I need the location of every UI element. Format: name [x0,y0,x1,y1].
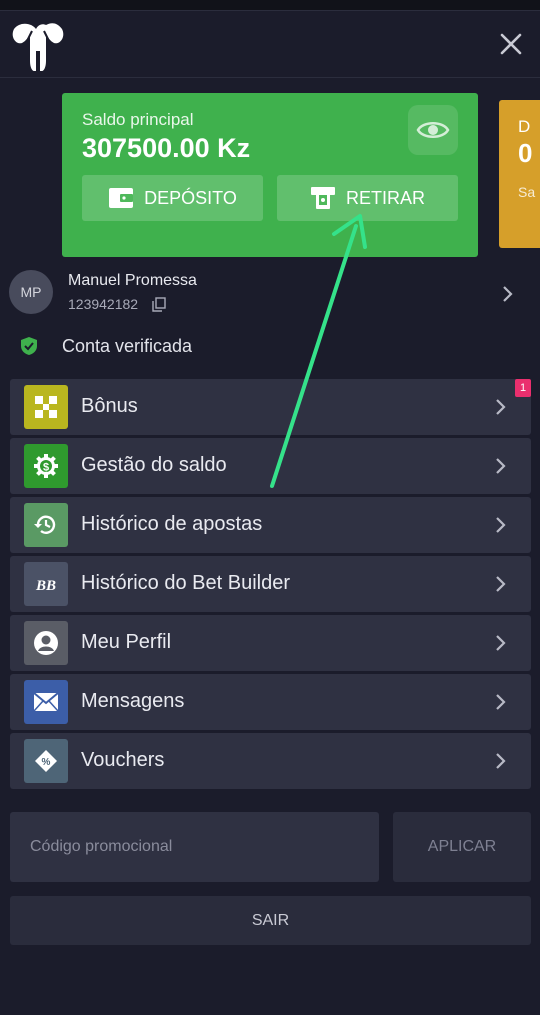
side-card-line2: 0 [518,138,533,168]
menu-item-label: Gestão do saldo [81,454,227,476]
svg-text:%: % [42,757,51,768]
status-bar [0,0,540,11]
chevron-right-icon [494,751,508,771]
profile-icon [24,621,68,665]
withdraw-label: RETIRAR [345,187,425,208]
notification-badge: 1 [515,379,531,397]
chevron-right-icon [494,633,508,653]
svg-text:BB: BB [35,578,56,594]
menu-item-my-profile[interactable]: Meu Perfil [10,615,531,671]
voucher-icon: % [24,739,68,783]
eye-icon [416,122,450,138]
chevron-right-icon [494,397,508,417]
account-menu: Bônus 1 $ Gestão do saldo Histórico de a… [10,379,531,792]
apply-promo-button[interactable]: APLICAR [393,812,531,882]
menu-item-balance-management[interactable]: $ Gestão do saldo [10,438,531,494]
menu-item-vouchers[interactable]: % Vouchers [10,733,531,789]
menu-item-label: Meu Perfil [81,631,172,653]
withdraw-button[interactable]: RETIRAR [277,175,458,221]
user-id: 123942182 [68,296,139,312]
header [0,11,540,78]
history-icon [24,503,68,547]
deposit-button[interactable]: DEPÓSITO [82,175,263,221]
copy-icon[interactable] [152,297,166,312]
svg-text:$: $ [43,462,49,474]
chevron-right-icon [500,284,516,304]
balance-amount: 307500.00 Kz [82,133,251,163]
verification-text: Conta verificada [62,336,193,356]
menu-item-label: Histórico do Bet Builder [81,572,290,594]
elephant-logo-icon[interactable] [10,21,66,72]
menu-item-label: Vouchers [81,749,165,771]
promo-code-input[interactable] [10,812,379,882]
chevron-right-icon [494,456,508,476]
chevron-right-icon [494,692,508,712]
menu-item-bet-builder-history[interactable]: BB Histórico do Bet Builder [10,556,531,612]
bet-builder-icon: BB [24,562,68,606]
logout-button[interactable]: SAIR [10,896,531,945]
side-card-line1: D [518,117,531,136]
chevron-right-icon [494,515,508,535]
user-name: Manuel Promessa [68,272,197,289]
toggle-visibility-button[interactable] [408,105,458,155]
bonus-icon [24,385,68,429]
verification-status: Conta verificada [20,334,192,358]
secondary-balance-card[interactable]: D 0 Sa [499,100,540,248]
menu-item-bet-history[interactable]: Histórico de apostas [10,497,531,553]
avatar: MP [9,270,53,314]
menu-item-label: Bônus [81,395,138,417]
close-icon[interactable] [496,29,526,59]
balance-card: Saldo principal 307500.00 Kz DEPÓSITO RE… [62,93,478,257]
menu-item-messages[interactable]: Mensagens [10,674,531,730]
side-card-line3: Sa [518,184,536,200]
deposit-label: DEPÓSITO [144,187,237,208]
wallet-settings-icon: $ [24,444,68,488]
wallet-icon [109,188,134,208]
balance-label: Saldo principal [82,110,194,129]
user-profile-row[interactable]: MP Manuel Promessa 123942182 [0,268,540,320]
menu-item-label: Histórico de apostas [81,513,263,535]
atm-withdraw-icon [310,187,335,209]
chevron-right-icon [494,574,508,594]
mail-icon [24,680,68,724]
menu-item-bonus[interactable]: Bônus 1 [10,379,531,435]
menu-item-label: Mensagens [81,690,185,712]
shield-check-icon [21,337,37,355]
